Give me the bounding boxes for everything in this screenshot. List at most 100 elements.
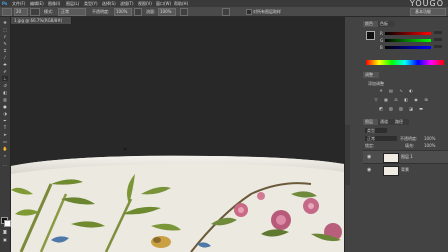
tool-preset-button[interactable]: [2, 8, 12, 16]
brush-tool-icon[interactable]: ✐: [2, 69, 8, 74]
selective-color-icon[interactable]: ◪: [408, 106, 414, 111]
photoshop-logo-icon: Ps: [2, 1, 8, 6]
sample-all-label: 对所有图层取样: [253, 9, 281, 14]
more-tools-icon[interactable]: …: [2, 162, 8, 167]
brush-size-value: 20: [16, 9, 22, 14]
red-slider[interactable]: [385, 32, 431, 35]
tab-adjustments[interactable]: 调整: [363, 72, 379, 78]
layer-row[interactable]: ◉ 背景: [363, 163, 448, 176]
sample-all-checkbox[interactable]: [246, 9, 252, 15]
gradient-tool-icon[interactable]: ▥: [2, 97, 8, 102]
lasso-tool-icon[interactable]: ℓ: [2, 34, 8, 39]
eraser-tool-icon[interactable]: ◧: [2, 90, 8, 95]
color-spectrum-bar[interactable]: [366, 60, 444, 65]
brush-panel-icon[interactable]: [30, 8, 40, 16]
flow-label: 流量:: [146, 9, 156, 14]
airbrush-icon[interactable]: [180, 8, 188, 16]
adjustments-hint: 添加调整: [368, 81, 384, 86]
blue-slider[interactable]: [385, 46, 431, 49]
photo-filter-icon[interactable]: ◉: [413, 97, 419, 102]
layer-kind-filter[interactable]: 类型: [365, 128, 387, 133]
eyedropper-tool-icon[interactable]: ⁄: [2, 55, 8, 60]
document-tab-title: 1.jpg @ 66.7%(RGB/8#): [14, 18, 63, 23]
levels-icon[interactable]: ▤: [388, 88, 394, 93]
screen-mode-icon[interactable]: ▣: [2, 237, 8, 242]
visibility-eye-icon[interactable]: ◉: [367, 154, 371, 160]
invert-icon[interactable]: ◩: [378, 106, 384, 111]
layer-opacity-value[interactable]: 100%: [424, 136, 435, 141]
red-label: R: [380, 31, 383, 36]
cursor-icon: ✱: [123, 147, 128, 153]
channel-mixer-icon[interactable]: ⊞: [423, 97, 429, 102]
mode-select[interactable]: 正常: [58, 8, 86, 16]
green-slider[interactable]: [385, 39, 431, 42]
lock-label: 锁定:: [365, 143, 375, 148]
blend-mode-select[interactable]: 正常: [365, 136, 397, 141]
tab-swatches[interactable]: 色板: [378, 21, 394, 27]
color-fg-swatch[interactable]: [366, 31, 375, 40]
zoom-tool-icon[interactable]: ⌕: [2, 153, 8, 158]
marquee-tool-icon[interactable]: ⬚: [2, 27, 8, 32]
layer-opacity-label: 不透明度:: [400, 136, 418, 141]
hue-saturation-icon[interactable]: ▦: [383, 97, 389, 102]
brightness-contrast-icon[interactable]: ☀: [378, 88, 384, 93]
blue-value-field[interactable]: [434, 45, 442, 48]
brush-size-picker[interactable]: 20: [14, 8, 28, 16]
threshold-icon[interactable]: ▨: [398, 106, 404, 111]
panel-scrollbar[interactable]: [345, 125, 350, 185]
menu-bar: Ps 文件(F) 编辑(E) 图像(I) 图层(L) 类型(Y) 选择(S) 滤…: [0, 0, 448, 8]
aligned-checkbox[interactable]: [222, 8, 230, 16]
green-label: G: [380, 38, 384, 43]
workspace-select[interactable]: 基本功能: [410, 8, 446, 16]
layer-thumbnail: [383, 153, 399, 163]
layer-name[interactable]: 图层 1: [401, 154, 413, 160]
tab-layers[interactable]: 图层: [363, 119, 379, 125]
flow-input[interactable]: 100%: [158, 8, 176, 16]
mode-label: 模式:: [44, 9, 54, 14]
red-value-field[interactable]: [434, 31, 442, 34]
pen-tool-icon[interactable]: ✒: [2, 118, 8, 123]
tab-channels[interactable]: 通道: [378, 119, 394, 125]
porcelain-bowl-image: [11, 155, 344, 252]
document-tab[interactable]: 1.jpg @ 66.7%(RGB/8#): [11, 17, 72, 24]
curves-icon[interactable]: ∿: [398, 88, 404, 93]
layer-name[interactable]: 背景: [401, 167, 409, 173]
blue-label: B: [380, 45, 383, 50]
dodge-tool-icon[interactable]: ◑: [2, 111, 8, 116]
healing-tool-icon[interactable]: ✚: [2, 62, 8, 67]
opacity-value: 100%: [116, 9, 128, 14]
layer-thumbnail: [383, 166, 399, 176]
green-value-field[interactable]: [434, 38, 442, 41]
history-brush-tool-icon[interactable]: ↺: [2, 83, 8, 88]
hand-tool-icon[interactable]: ✋: [2, 146, 8, 151]
type-tool-icon[interactable]: T: [2, 125, 8, 130]
color-balance-icon[interactable]: ⚖: [393, 97, 399, 102]
crop-tool-icon[interactable]: ⌗: [2, 48, 8, 53]
path-select-tool-icon[interactable]: ➤: [2, 132, 8, 137]
opacity-label: 不透明度:: [92, 9, 110, 14]
right-panel-dock: [345, 17, 448, 252]
blur-tool-icon[interactable]: ●: [2, 104, 8, 109]
quick-mask-icon[interactable]: ◙: [2, 229, 8, 234]
posterize-icon[interactable]: ▧: [388, 106, 394, 111]
exposure-icon[interactable]: ◐: [408, 88, 414, 93]
shape-tool-icon[interactable]: ▭: [2, 139, 8, 144]
tools-panel: ✥ ⬚ ℓ ✎ ⌗ ⁄ ✚ ✐ ⊥ ↺ ◧ ▥ ● ◑ ✒ T ➤ ▭ ✋ ⌕ …: [0, 17, 11, 252]
visibility-eye-icon[interactable]: ◉: [367, 167, 371, 173]
gradient-map-icon[interactable]: ▬: [418, 106, 424, 111]
flow-value: 100%: [160, 9, 172, 14]
black-white-icon[interactable]: ◧: [403, 97, 409, 102]
quick-select-tool-icon[interactable]: ✎: [2, 41, 8, 46]
pressure-opacity-icon[interactable]: [134, 8, 142, 16]
clone-stamp-tool-icon[interactable]: ⊥: [2, 76, 8, 81]
layer-row[interactable]: ◉ 图层 1: [363, 150, 448, 163]
vibrance-icon[interactable]: ▽: [373, 97, 379, 102]
tab-color[interactable]: 颜色: [363, 21, 379, 27]
move-tool-icon[interactable]: ✥: [2, 20, 8, 25]
workspace-value: 基本功能: [415, 9, 431, 14]
fill-value[interactable]: 100%: [424, 143, 435, 148]
background-color-swatch[interactable]: [4, 220, 11, 227]
opacity-input[interactable]: 100%: [114, 8, 132, 16]
document-canvas[interactable]: ✱: [11, 24, 344, 252]
tab-paths[interactable]: 路径: [393, 119, 409, 125]
